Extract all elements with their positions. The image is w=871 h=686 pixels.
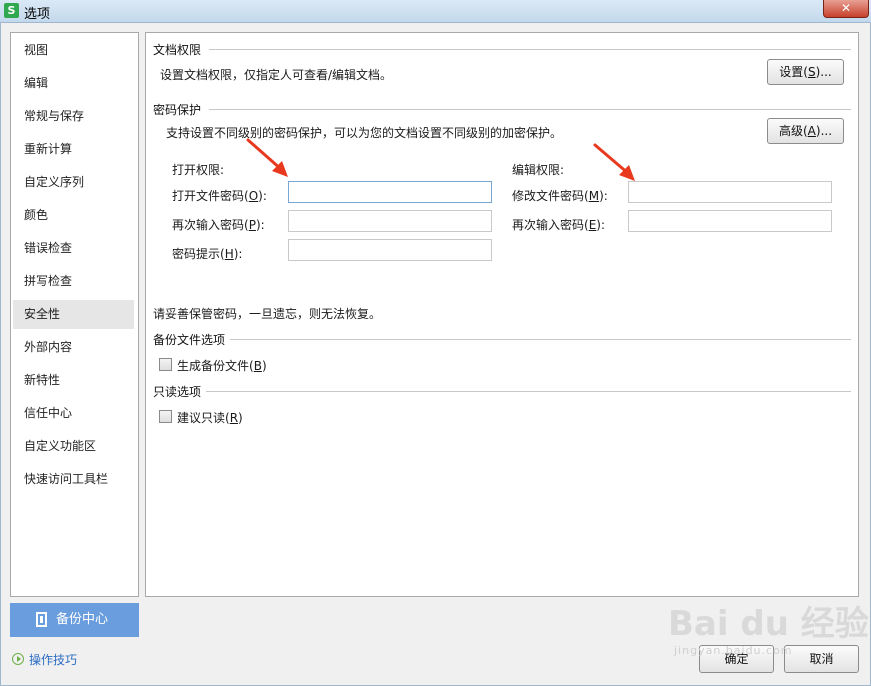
doc-permission-desc: 设置文档权限，仅指定人可查看/编辑文档。 <box>160 68 393 82</box>
open-confirm-input[interactable] <box>288 210 492 232</box>
backup-center-button[interactable]: 备份中心 <box>10 603 139 637</box>
nav-item-edit[interactable]: 编辑 <box>13 69 134 98</box>
nav-item-new-features[interactable]: 新特性 <box>13 366 134 395</box>
nav-item-spell-check[interactable]: 拼写检查 <box>13 267 134 296</box>
title-bar: S 选项 ✕ <box>0 0 871 23</box>
open-confirm-label-text: 再次输入密码 <box>172 218 245 232</box>
security-panel: 文档权限 设置文档权限，仅指定人可查看/编辑文档。 设置(S)... 密码保护 … <box>145 32 859 597</box>
readonly-options-title: 只读选项 <box>153 385 202 399</box>
readonly-checkbox-label-text: 建议只读 <box>177 411 226 425</box>
open-password-label-key: O <box>248 189 259 203</box>
baidu-watermark: Bai du 经验 jingyan.baidu.com <box>668 596 869 657</box>
advanced-button[interactable]: 高级(A)... <box>767 118 844 144</box>
open-password-label-text: 打开文件密码 <box>172 189 245 203</box>
password-hint-label-key: H <box>224 247 234 261</box>
edit-confirm-label-key: E <box>588 218 597 232</box>
edit-confirm-label-text: 再次输入密码 <box>512 218 585 232</box>
edit-password-label-text: 修改文件密码 <box>512 189 585 203</box>
nav-item-trust-center[interactable]: 信任中心 <box>13 399 134 428</box>
backup-checkbox-label[interactable]: 生成备份文件(B) <box>177 357 267 374</box>
nav-item-color[interactable]: 颜色 <box>13 201 134 230</box>
open-password-label: 打开文件密码(O): <box>172 189 267 203</box>
doc-permission-title: 文档权限 <box>153 43 202 57</box>
backup-checkbox-label-key: B <box>253 359 262 373</box>
divider <box>206 391 851 392</box>
nav-item-custom-ribbon[interactable]: 自定义功能区 <box>13 432 134 461</box>
password-hint-label: 密码提示(H): <box>172 247 243 261</box>
settings-button-key: S <box>807 65 816 79</box>
settings-button[interactable]: 设置(S)... <box>767 59 844 85</box>
settings-button-label: 设置 <box>779 65 804 79</box>
edit-permission-title: 编辑权限: <box>512 163 565 177</box>
nav-item-custom-lists[interactable]: 自定义序列 <box>13 168 134 197</box>
readonly-checkbox-label[interactable]: 建议只读(R) <box>177 409 243 426</box>
nav-item-error-check[interactable]: 错误检查 <box>13 234 134 263</box>
password-hint-label-text: 密码提示 <box>172 247 221 261</box>
open-password-input[interactable] <box>288 181 492 203</box>
edit-password-input[interactable] <box>628 181 832 203</box>
edit-password-label-key: M <box>588 189 600 203</box>
backup-options-title: 备份文件选项 <box>153 333 226 347</box>
app-logo-icon: S <box>4 3 19 18</box>
password-hint-input[interactable] <box>288 239 492 261</box>
nav-item-recalculate[interactable]: 重新计算 <box>13 135 134 164</box>
nav-item-external[interactable]: 外部内容 <box>13 333 134 362</box>
window-close-button[interactable]: ✕ <box>823 0 869 18</box>
nav-item-security[interactable]: 安全性 <box>13 300 134 329</box>
backup-checkbox-label-text: 生成备份文件 <box>177 359 250 373</box>
edit-confirm-label: 再次输入密码(E): <box>512 218 606 232</box>
nav-item-view[interactable]: 视图 <box>13 36 134 65</box>
nav-item-quick-access[interactable]: 快速访问工具栏 <box>13 465 134 494</box>
window-title: 选项 <box>24 7 51 22</box>
tips-link[interactable]: 操作技巧 <box>12 651 77 668</box>
edit-confirm-input[interactable] <box>628 210 832 232</box>
advanced-button-ellipsis: ... <box>820 124 833 138</box>
watermark-logo: Bai du 经验 <box>668 604 869 644</box>
nav-item-general-save[interactable]: 常规与保存 <box>13 102 134 131</box>
annotation-arrow-icon <box>593 143 635 181</box>
play-icon <box>12 653 24 665</box>
open-confirm-label-key: P <box>248 218 256 232</box>
annotation-arrow-icon <box>246 138 288 177</box>
open-confirm-label: 再次输入密码(P): <box>172 218 265 232</box>
readonly-checkbox-label-key: R <box>229 411 239 425</box>
password-warning: 请妥善保管密码，一旦遗忘，则无法恢复。 <box>153 307 382 321</box>
backup-checkbox[interactable] <box>159 358 172 371</box>
password-protection-title: 密码保护 <box>153 103 202 117</box>
edit-password-label: 修改文件密码(M): <box>512 189 608 203</box>
divider <box>230 339 851 340</box>
options-nav: 视图 编辑 常规与保存 重新计算 自定义序列 颜色 错误检查 拼写检查 安全性 … <box>10 32 139 597</box>
cancel-button[interactable]: 取消 <box>784 645 859 673</box>
divider <box>209 109 851 110</box>
backup-center-label: 备份中心 <box>56 612 109 627</box>
tips-label: 操作技巧 <box>29 653 78 667</box>
open-permission-title: 打开权限: <box>172 163 225 177</box>
readonly-checkbox[interactable] <box>159 410 172 423</box>
divider <box>209 49 851 50</box>
watermark-url: jingyan.baidu.com <box>674 644 793 657</box>
password-protection-desc: 支持设置不同级别的密码保护，可以为您的文档设置不同级别的加密保护。 <box>166 126 563 140</box>
settings-button-ellipsis: ... <box>820 65 832 79</box>
advanced-button-label: 高级 <box>778 124 803 138</box>
backup-icon <box>36 612 47 627</box>
advanced-button-key: A <box>807 124 816 138</box>
